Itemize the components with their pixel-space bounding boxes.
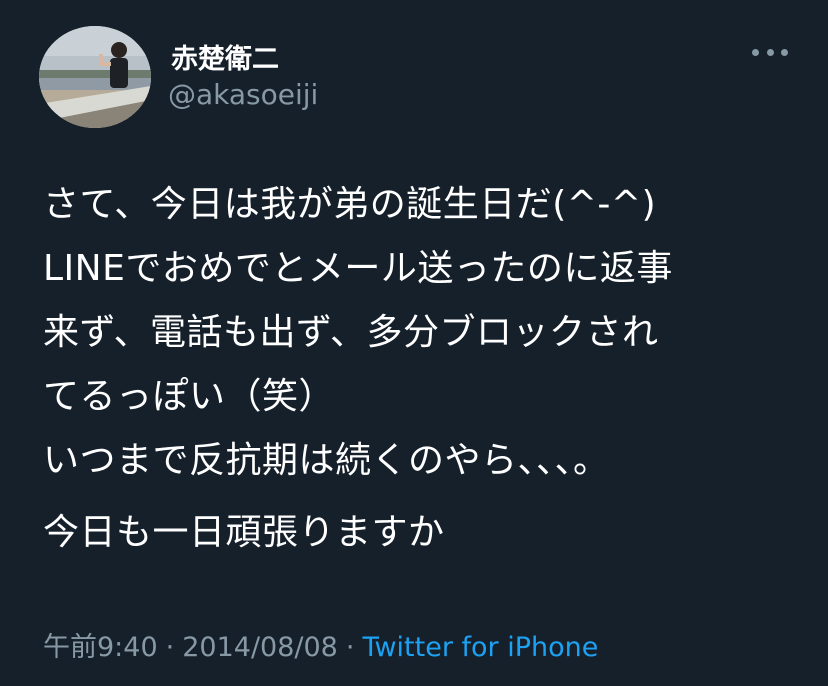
meta-separator: · <box>345 632 355 663</box>
tweet-text-line: てるっぽい（笑） <box>43 376 336 417</box>
tweet-meta: 午前9:40 · 2014/08/08 · Twitter for iPhone <box>43 625 598 664</box>
tweet-text-line: 来ず、電話も出ず、多分ブロックされ <box>43 312 659 353</box>
author-handle[interactable]: @akasoeiji <box>168 78 318 111</box>
tweet-text-line: 今日も一日頑張りますか <box>43 512 445 553</box>
author-display-name[interactable]: 赤楚衛二 <box>171 37 279 76</box>
tweet-detail: 赤楚衛二 @akasoeiji さて、今日は我が弟の誕生日だ(^-^) LINE… <box>0 0 828 686</box>
tweet-time: 午前9:40 <box>43 632 158 663</box>
tweet-text-line: LINEでおめでとメール送ったのに返事 <box>43 248 673 289</box>
more-options-button[interactable] <box>752 40 788 64</box>
more-dot-icon <box>752 48 759 56</box>
more-dot-icon <box>781 48 788 56</box>
tweet-text-line: さて、今日は我が弟の誕生日だ(^-^) <box>43 184 657 225</box>
tweet-text-line: いつまで反抗期は続くのやら、、、。 <box>43 440 610 481</box>
tweet-source-link[interactable]: Twitter for iPhone <box>362 632 598 663</box>
meta-separator: · <box>165 632 175 663</box>
tweet-text: さて、今日は我が弟の誕生日だ(^-^) LINEでおめでとメール送ったのに返事 … <box>43 173 803 565</box>
more-dot-icon <box>766 48 774 56</box>
avatar-photo <box>39 26 151 128</box>
avatar[interactable] <box>39 26 151 128</box>
tweet-date: 2014/08/08 <box>182 632 338 663</box>
